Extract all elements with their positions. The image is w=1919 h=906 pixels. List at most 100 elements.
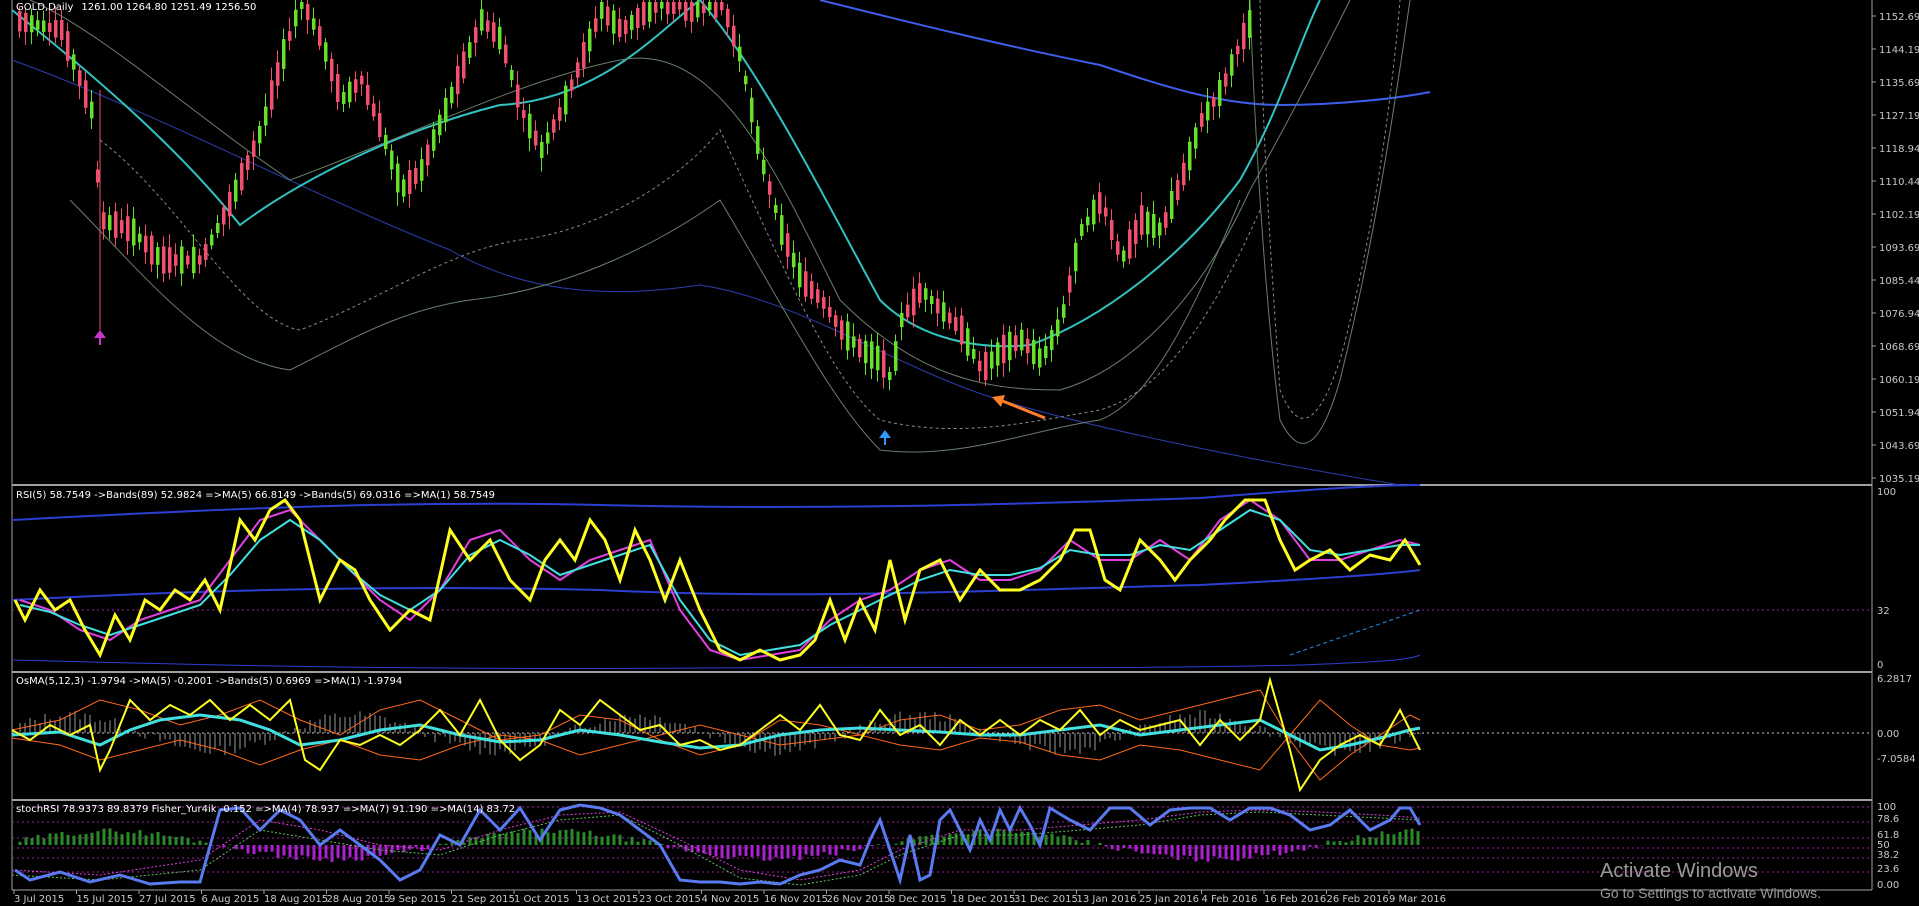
candle-body <box>198 255 202 265</box>
candle-body <box>702 4 706 14</box>
date-tick: 1 Oct 2015 <box>514 894 569 905</box>
candle-body <box>48 22 52 33</box>
candle-body <box>384 134 388 150</box>
candle-body <box>972 349 976 359</box>
candle-body <box>420 159 424 181</box>
candle-body <box>1026 338 1030 354</box>
trading-chart[interactable]: GOLD,Daily 1261.00 1264.80 1251.49 1256.5… <box>0 0 1919 906</box>
date-tick: 16 Feb 2016 <box>1264 894 1326 905</box>
candle-body <box>840 320 844 340</box>
date-tick: 8 Dec 2015 <box>889 894 947 905</box>
candle-body <box>246 155 250 171</box>
candle-body <box>582 42 586 68</box>
price-tick: 1051.94 <box>1879 408 1919 419</box>
candle-body <box>1086 216 1090 226</box>
candle-body <box>1020 329 1024 351</box>
candle-body <box>684 2 688 21</box>
date-tick: 13 Oct 2015 <box>577 894 639 905</box>
candle-body <box>720 2 724 11</box>
candle-body <box>222 207 226 225</box>
candle-body <box>648 2 652 22</box>
candle-body <box>522 109 526 119</box>
candle-body <box>372 103 376 117</box>
candle-body <box>210 234 214 246</box>
candle-body <box>54 19 58 38</box>
candle-body <box>1182 162 1186 186</box>
date-tick: 26 Feb 2016 <box>1327 894 1389 905</box>
candle-body <box>360 75 364 85</box>
candle-body <box>714 2 718 18</box>
candle-body <box>528 113 532 139</box>
candle-body <box>858 338 862 358</box>
stoch-tick: 0.00 <box>1877 880 1899 891</box>
candle-body <box>768 181 772 195</box>
candle-body <box>798 262 802 288</box>
price-tick: 1135.69 <box>1879 78 1919 89</box>
candle-body <box>180 246 184 274</box>
price-tick: 1076.94 <box>1879 309 1919 320</box>
candle-body <box>792 252 796 268</box>
candle-body <box>978 360 982 372</box>
candle-body <box>756 126 760 154</box>
date-tick: 6 Aug 2015 <box>202 894 260 905</box>
candle-body <box>1230 54 1234 76</box>
candle-body <box>348 81 352 103</box>
candle-body <box>126 216 130 242</box>
candle-body <box>606 6 610 26</box>
candle-body <box>498 26 502 50</box>
candle-body <box>918 283 922 303</box>
candle-body <box>594 18 598 32</box>
candle-body <box>234 179 238 202</box>
candle-body <box>954 317 958 331</box>
candle-body <box>408 170 412 194</box>
candle-body <box>258 126 262 144</box>
candle-body <box>486 20 490 32</box>
candle-body <box>1044 345 1048 359</box>
price-tick: 1127.19 <box>1879 111 1919 122</box>
price-tick: 1060.19 <box>1879 375 1919 386</box>
price-tick: 1118.94 <box>1879 144 1919 155</box>
candle-body <box>984 351 988 381</box>
stoch-tick: 23.6 <box>1877 864 1899 875</box>
candle-body <box>474 27 478 43</box>
candle-body <box>624 19 628 35</box>
candle-body <box>924 288 928 300</box>
candle-body <box>744 75 748 85</box>
candle-body <box>1128 229 1132 259</box>
candle-body <box>960 315 964 345</box>
candle-body <box>288 31 292 41</box>
osma-tick-low: -7.0584 <box>1877 754 1916 765</box>
candle-body <box>810 281 814 299</box>
candle-body <box>1140 205 1144 235</box>
candle-body <box>912 288 916 316</box>
price-tick: 1093.69 <box>1879 243 1919 254</box>
candle-body <box>168 247 172 273</box>
candle-body <box>1212 97 1216 107</box>
candle-body <box>600 2 604 19</box>
candle-body <box>1164 212 1168 228</box>
candle-body <box>270 80 274 110</box>
activate-windows-title: Activate Windows <box>1600 860 1758 882</box>
candle-body <box>1122 250 1126 262</box>
candle-body <box>162 246 166 274</box>
candle-body <box>654 2 658 13</box>
candle-body <box>72 54 76 70</box>
candle-body <box>1242 22 1246 50</box>
candle-body <box>204 244 208 260</box>
candle-body <box>552 119 556 133</box>
candle-body <box>102 212 106 230</box>
stoch-tick: 100 <box>1877 802 1896 813</box>
date-tick: 26 Nov 2015 <box>827 894 891 905</box>
candle-body <box>1218 79 1222 107</box>
rsi-tick-32: 32 <box>1877 606 1890 617</box>
candle-body <box>1008 331 1012 361</box>
price-tick: 1068.69 <box>1879 342 1919 353</box>
activate-windows-subtitle: Go to Settings to activate Windows. <box>1600 885 1821 901</box>
candle-body <box>846 321 850 351</box>
candle-body <box>192 246 196 274</box>
candle-body <box>564 85 568 115</box>
candle-body <box>36 20 40 30</box>
candle-body <box>1206 101 1210 121</box>
candle-body <box>990 351 994 369</box>
candle-body <box>1002 334 1006 364</box>
